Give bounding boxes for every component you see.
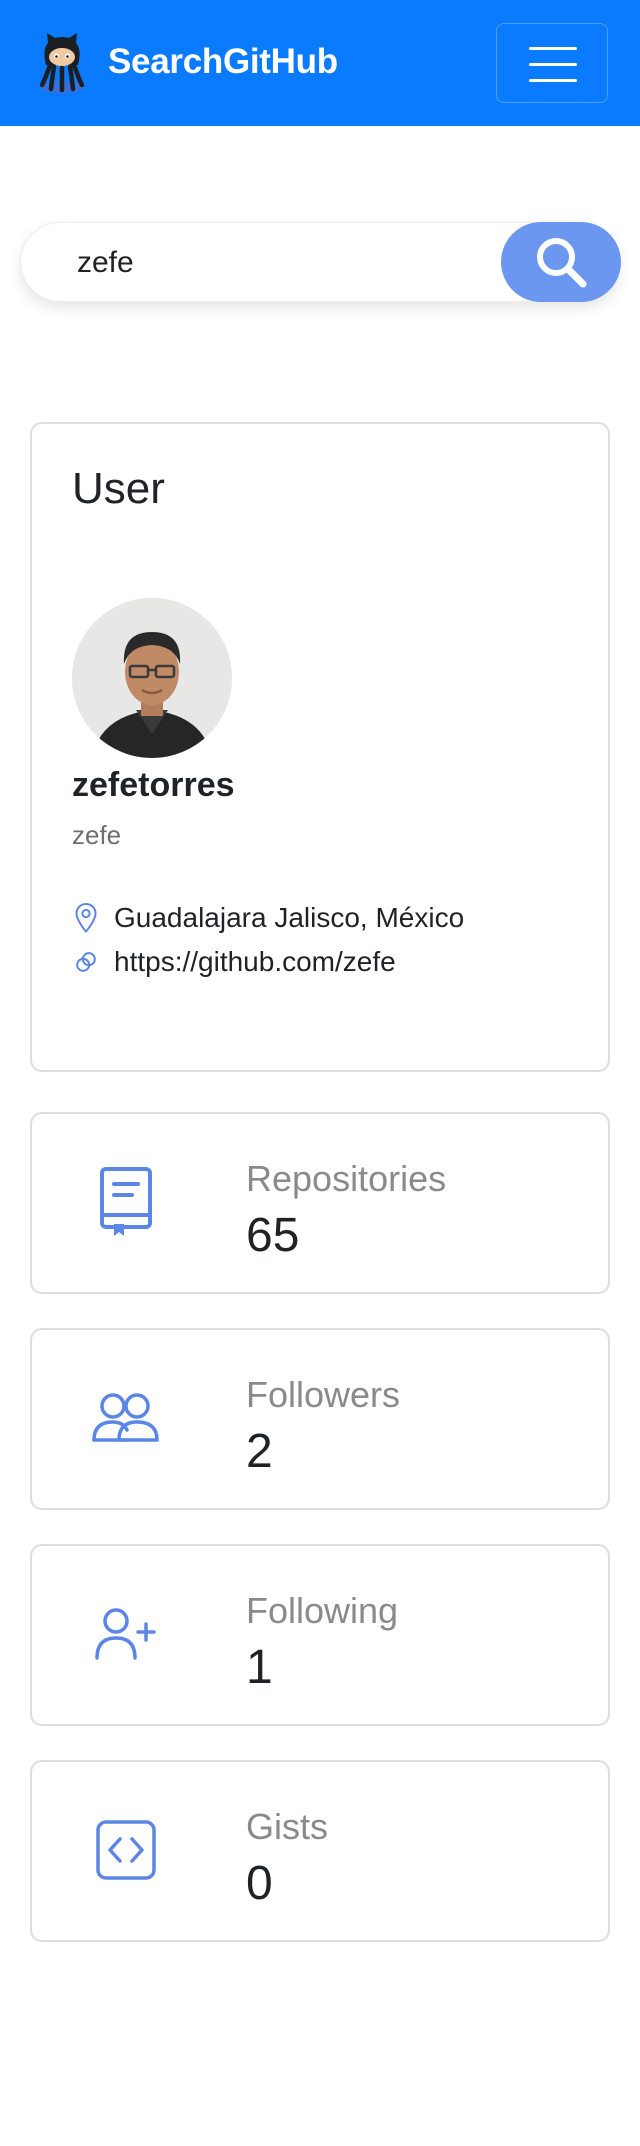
brand-name: SearchGitHub [108, 42, 338, 81]
following-card: Following 1 [30, 1544, 610, 1726]
code-icon [84, 1808, 168, 1892]
search-bar [20, 222, 621, 302]
map-pin-icon [72, 900, 100, 936]
brand-link[interactable]: SearchGitHub [32, 24, 338, 100]
card-title: User [72, 464, 165, 513]
octocat-icon [39, 33, 85, 93]
user-plus-icon [84, 1592, 168, 1676]
book-icon [84, 1160, 168, 1244]
stat-label: Following [246, 1590, 399, 1631]
navbar: SearchGitHub [0, 0, 640, 126]
user-profile-link[interactable]: https://github.com/zefe [114, 946, 396, 978]
stat-value: 65 [246, 1209, 300, 1262]
search-icon [537, 238, 587, 288]
hamburger-menu-icon [529, 47, 577, 50]
stat-value: 1 [246, 1641, 273, 1694]
followers-card: Followers 2 [30, 1328, 610, 1510]
user-location: Guadalajara Jalisco, México [114, 902, 465, 933]
users-icon [84, 1376, 168, 1460]
link-icon [72, 944, 100, 980]
repositories-card: Repositories 65 [30, 1112, 610, 1294]
stat-value: 0 [246, 1857, 273, 1910]
stat-label: Repositories [246, 1158, 447, 1199]
user-handle: zefe [72, 820, 122, 850]
gists-card: Gists 0 [30, 1760, 610, 1942]
avatar [72, 598, 232, 758]
user-card: User zefetorres zefe Guadalajara Jalisco… [30, 422, 610, 1072]
stat-label: Followers [246, 1374, 401, 1415]
location-row: Guadalajara Jalisco, México [72, 900, 464, 936]
stat-value: 2 [246, 1425, 273, 1478]
search-input[interactable] [77, 241, 497, 285]
menu-toggle-button[interactable] [496, 23, 608, 103]
user-login: zefetorres [72, 766, 235, 804]
url-row: https://github.com/zefe [72, 944, 396, 980]
search-button[interactable] [501, 222, 621, 302]
stat-label: Gists [246, 1806, 329, 1847]
